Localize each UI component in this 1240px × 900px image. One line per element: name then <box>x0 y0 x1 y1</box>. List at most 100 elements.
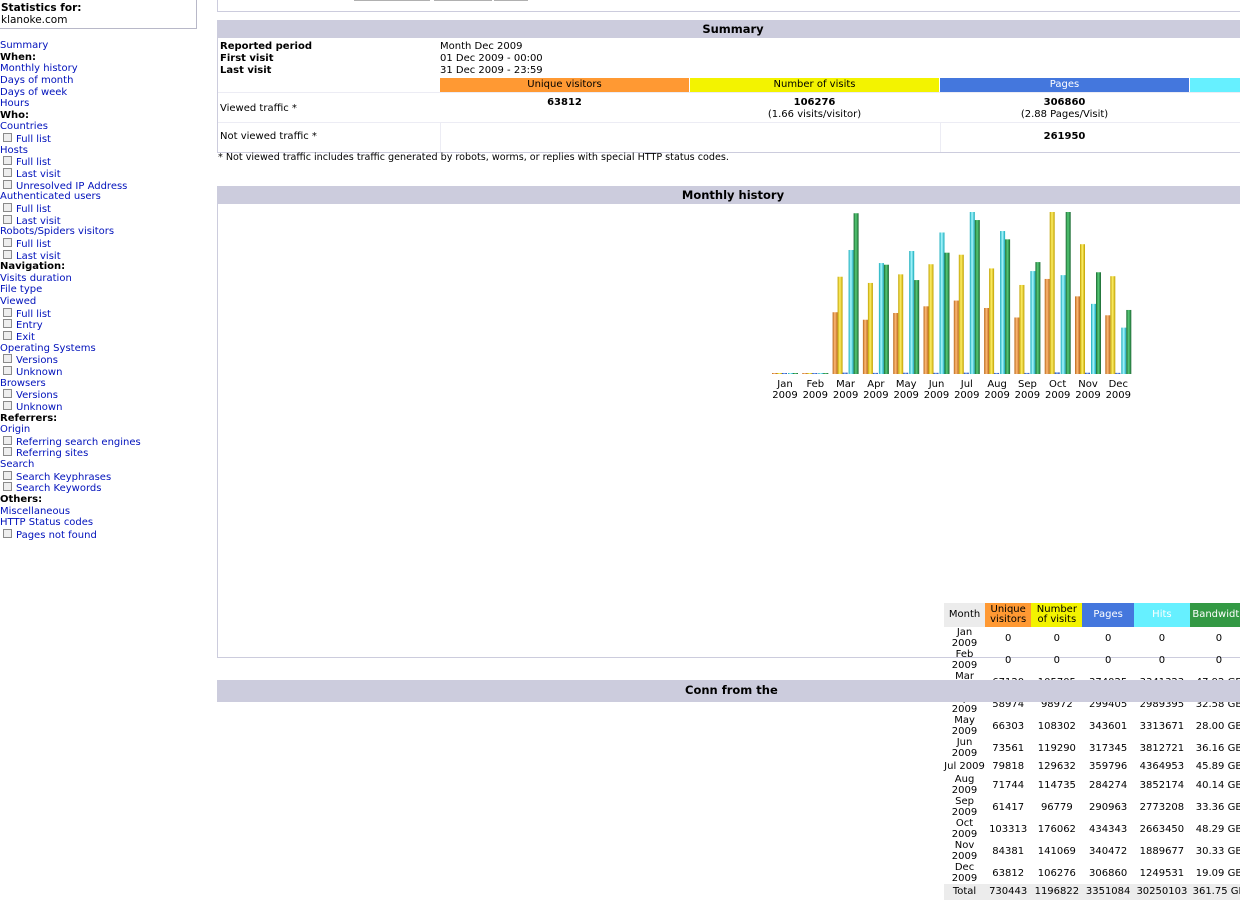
table-cell-unique-visitors: 61417 <box>992 801 1025 813</box>
chart-bar-unique-visitors <box>832 312 838 374</box>
chart-bar-bandwidth <box>1126 309 1132 374</box>
sidebar-item-authenticated-users[interactable]: Authenticated users <box>0 191 141 203</box>
sidebar-item-full-list[interactable]: Full list <box>0 202 141 215</box>
th-number-of-visits: Number of visits <box>1031 603 1083 627</box>
sidebar-item-referring-sites[interactable]: Referring sites <box>0 447 141 459</box>
list-icon <box>3 482 12 492</box>
chart-x-tick-label: 2009 <box>833 390 858 401</box>
sidebar-item-operating-systems[interactable]: Operating Systems <box>0 343 141 355</box>
chart-bar-unique-visitors <box>984 307 990 374</box>
list-icon <box>3 202 12 212</box>
table-cell-hits: 1249531 <box>1139 867 1185 879</box>
chart-x-tick-label: Dec <box>1109 379 1128 390</box>
sidebar-item-referring-search-engines[interactable]: Referring search engines <box>0 435 141 448</box>
sidebar-item-pages-not-found[interactable]: Pages not found <box>0 528 141 541</box>
sidebar-item-full-list[interactable]: Full list <box>0 237 141 250</box>
sidebar-item-full-list[interactable]: Full list <box>0 307 141 320</box>
sidebar-item-visits-duration[interactable]: Visits duration <box>0 273 141 285</box>
sidebar-item-label: Search Keywords <box>16 483 102 495</box>
table-total-row: Total 730443 1196822 3351084 30250103 36… <box>944 884 1240 900</box>
sidebar-item-viewed[interactable]: Viewed <box>0 296 141 308</box>
sidebar-item-http-status-codes[interactable]: HTTP Status codes <box>0 517 141 529</box>
sidebar-item-countries[interactable]: Countries <box>0 121 141 133</box>
top-button[interactable] <box>494 0 528 1</box>
table-cell-number-of-visits: 119290 <box>1037 742 1076 754</box>
chart-bar-unique-visitors <box>893 312 899 374</box>
table-cell-number-of-visits: 96779 <box>1040 801 1073 813</box>
sidebar-item-unknown[interactable]: Unknown <box>0 400 141 413</box>
chart-x-tick-label: 2009 <box>954 390 979 401</box>
sidebar-item-last-visit[interactable]: Last visit <box>0 168 141 180</box>
sidebar-item-versions[interactable]: Versions <box>0 389 141 401</box>
chart-x-tick-label: Apr <box>867 379 885 390</box>
first-visit-value: 01 Dec 2009 - 00:00 <box>440 53 543 64</box>
monthly-history-chart: Jan2009Feb2009Mar2009Apr2009May2009Jun20… <box>772 212 1132 401</box>
total-label: Total <box>944 884 986 900</box>
table-cell-number-of-visits: 141069 <box>1037 845 1076 857</box>
sidebar-item-hosts[interactable]: Hosts <box>0 145 141 157</box>
table-cell-hits: 3812721 <box>1139 742 1185 754</box>
sidebar-item-unresolved-ip-address[interactable]: Unresolved IP Address <box>0 179 141 192</box>
sidebar-item-label: Miscellaneous <box>0 505 71 517</box>
chart-x-tick-label: 2009 <box>1075 390 1100 401</box>
list-icon <box>3 319 12 329</box>
chart-bar-hits <box>1030 271 1036 374</box>
sidebar-item-versions[interactable]: Versions <box>0 354 141 366</box>
sidebar-item-entry[interactable]: Entry <box>0 319 141 331</box>
sidebar-item-file-type[interactable]: File type <box>0 284 141 296</box>
table-cell-month: Aug 2009 <box>951 774 978 797</box>
sidebar-item-last-visit[interactable]: Last visit <box>0 249 141 262</box>
sidebar-item-search-keyphrases[interactable]: Search Keyphrases <box>0 470 141 483</box>
sidebar-item-search-keywords[interactable]: Search Keywords <box>0 482 141 494</box>
sidebar-item-label: Last visit <box>16 215 61 227</box>
table-cell-bandwidth: 19.09 GB <box>1195 867 1240 879</box>
table-cell-month: Jun 2009 <box>951 737 978 759</box>
chart-x-tick-label: 2009 <box>772 390 797 401</box>
table-cell-month: Jan 2009 <box>951 627 978 649</box>
chart-bar-hits <box>848 249 854 374</box>
table-cell-number-of-visits: 106276 <box>1037 867 1076 879</box>
chart-bar-hits <box>909 251 915 374</box>
sidebar-item-days-of-month[interactable]: Days of month <box>0 75 141 87</box>
table-cell-month: Feb 2009 <box>951 649 978 671</box>
sidebar-item-label: Unresolved IP Address <box>16 180 128 192</box>
sidebar-header-referrers: Referrers: <box>0 413 141 425</box>
sidebar-item-search[interactable]: Search <box>0 459 141 471</box>
sidebar-item-unknown[interactable]: Unknown <box>0 365 141 378</box>
viewed-visits-value: 106276 <box>793 97 836 108</box>
top-button[interactable] <box>354 0 430 1</box>
sidebar-item-label: When: <box>0 51 37 63</box>
chart-bar-number-of-visits <box>777 373 782 374</box>
sidebar-item-monthly-history[interactable]: Monthly history <box>0 63 141 75</box>
sidebar-item-exit[interactable]: Exit <box>0 331 141 343</box>
sidebar-item-miscellaneous[interactable]: Miscellaneous <box>0 506 141 518</box>
sidebar-item-summary[interactable]: Summary <box>0 40 141 52</box>
sidebar-item-hours[interactable]: Hours <box>0 98 141 110</box>
sidebar-item-label: Full list <box>16 134 51 146</box>
sidebar-item-robots-spiders-visitors[interactable]: Robots/Spiders visitors <box>0 226 141 238</box>
sidebar-item-last-visit[interactable]: Last visit <box>0 214 141 227</box>
chart-x-tick-label: 2009 <box>1106 390 1131 401</box>
list-icon <box>3 168 12 178</box>
sidebar-item-full-list[interactable]: Full list <box>0 133 141 145</box>
top-button[interactable] <box>434 0 492 1</box>
table-cell-unique-visitors: 84381 <box>992 845 1025 857</box>
sidebar-item-full-list[interactable]: Full list <box>0 156 141 168</box>
chart-bar-unique-visitors <box>1014 317 1020 374</box>
chart-x-tick-label: Jan <box>776 379 792 390</box>
chart-x-tick-label: Sep <box>1018 379 1037 390</box>
sidebar-item-days-of-week[interactable]: Days of week <box>0 87 141 99</box>
sidebar-item-label: Exit <box>16 332 35 344</box>
sidebar-item-browsers[interactable]: Browsers <box>0 378 141 390</box>
table-row: Aug 2009 71744 114735 284274 3852174 40.14 GB <box>944 774 1240 796</box>
total-unique: 730443 <box>985 884 1032 900</box>
total-visits: 1196822 <box>1031 884 1083 900</box>
table-cell-unique-visitors: 73561 <box>992 742 1025 754</box>
table-row: Nov 2009 84381 141069 340472 1889677 30.33 GB <box>944 840 1240 862</box>
table-cell-hits: 1889677 <box>1139 845 1185 857</box>
table-cell-pages: 343601 <box>1089 720 1128 732</box>
divider <box>218 92 1240 93</box>
sidebar-item-origin[interactable]: Origin <box>0 424 141 436</box>
chart-bar-hits <box>818 373 824 374</box>
list-icon <box>3 470 12 480</box>
